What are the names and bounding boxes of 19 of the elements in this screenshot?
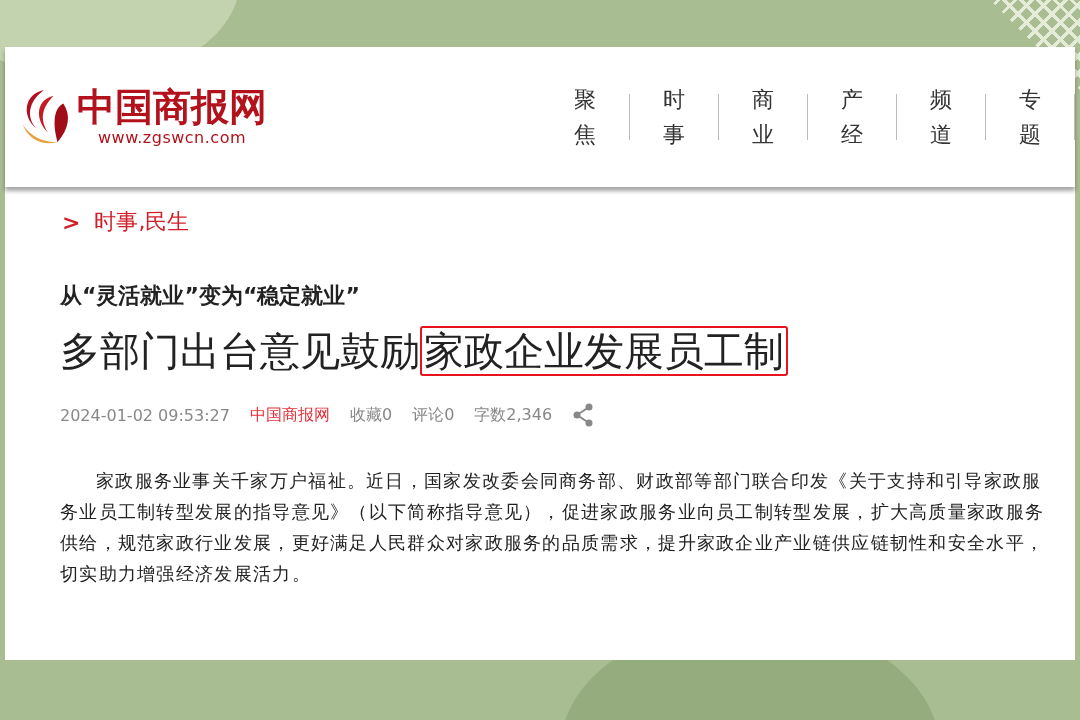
site-url: www.zgswcn.com [97,128,246,148]
site-logo-name: 中国商报网 [77,86,267,129]
source-link[interactable]: 中国商报网 [249,404,330,426]
article-subtitle: 从“灵活就业”变为“稳定就业” [60,282,361,310]
nav-link[interactable]: 产经 [841,81,863,153]
breadcrumb-marker: > [62,209,81,235]
breadcrumb-link[interactable]: 时事,民生 [94,207,190,237]
publish-date: 2024-01-02 09:53:27 [60,405,230,425]
nav-link[interactable]: 时事 [663,81,685,153]
nav-link[interactable]: 频道 [930,81,952,153]
article-title: 多部门出台意见鼓励家政企业发展员工制 [60,323,1020,379]
nav-link[interactable]: 聚焦 [574,81,596,153]
comments-count: 评论0 [412,404,455,426]
favorites-count: 收藏0 [349,404,393,426]
article-paragraph: 家政服务业事关千家万户福祉。近日，国家发改委会同商务部、财政部等部门联合印发《关于支持和引导家政服务业员工制转型发展的指导意见》（以下简称指导意见），促进家政服务业向员工制转型发展，扩大高质量家政服务供给，规范家政行业发展，更好满足人民群众对家政服务的品质需求，提升家政企业产业链供应链韧性和安全水平，切实助力增强经济发展活力。 [60,469,1045,586]
nav-link[interactable]: 商业 [752,81,774,153]
share-icon[interactable] [572,403,595,427]
word-count: 字数2,346 [474,404,553,426]
nav-link[interactable]: 专题 [1019,81,1041,153]
